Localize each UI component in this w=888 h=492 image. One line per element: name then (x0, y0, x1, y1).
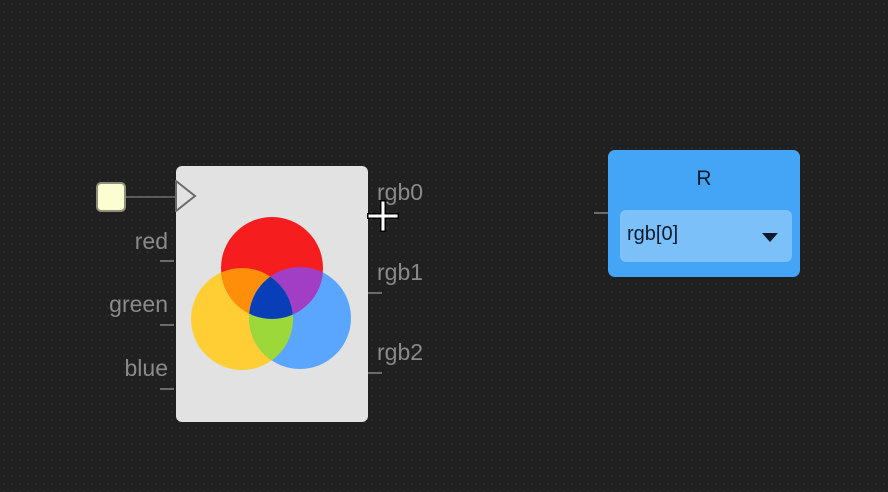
rgb-mixer-node[interactable] (176, 166, 368, 422)
channel-select-dropdown[interactable]: rgb[0] (620, 210, 792, 262)
channel-node-title: R (696, 167, 712, 190)
input-port-label-red: red (134, 228, 168, 254)
output-port-label-rgb1: rgb1 (377, 259, 424, 285)
input-port-red[interactable] (160, 260, 174, 262)
output-port-label-rgb2: rgb2 (377, 339, 424, 365)
output-port-rgb2[interactable] (368, 372, 382, 374)
input-port-label-blue: blue (124, 355, 168, 381)
channel-node-input-port[interactable] (594, 212, 608, 214)
triangle-input-icon[interactable] (175, 180, 197, 212)
node-canvas[interactable]: red green blue rgb0 rgb1 rgb2 R rgb[0] (0, 0, 888, 492)
input-port-label-green: green (109, 291, 168, 317)
crosshair-cursor-icon (367, 200, 399, 232)
toggle-input-swatch[interactable] (96, 182, 126, 212)
channel-select-value: rgb[0] (627, 223, 679, 245)
rgb-venn-icon (191, 217, 351, 370)
toggle-wire (126, 196, 178, 198)
channel-select-node[interactable]: R rgb[0] (608, 150, 800, 277)
input-port-blue[interactable] (160, 388, 174, 390)
output-port-rgb1[interactable] (368, 292, 382, 294)
caret-down-icon (762, 233, 778, 242)
input-port-green[interactable] (160, 324, 174, 326)
